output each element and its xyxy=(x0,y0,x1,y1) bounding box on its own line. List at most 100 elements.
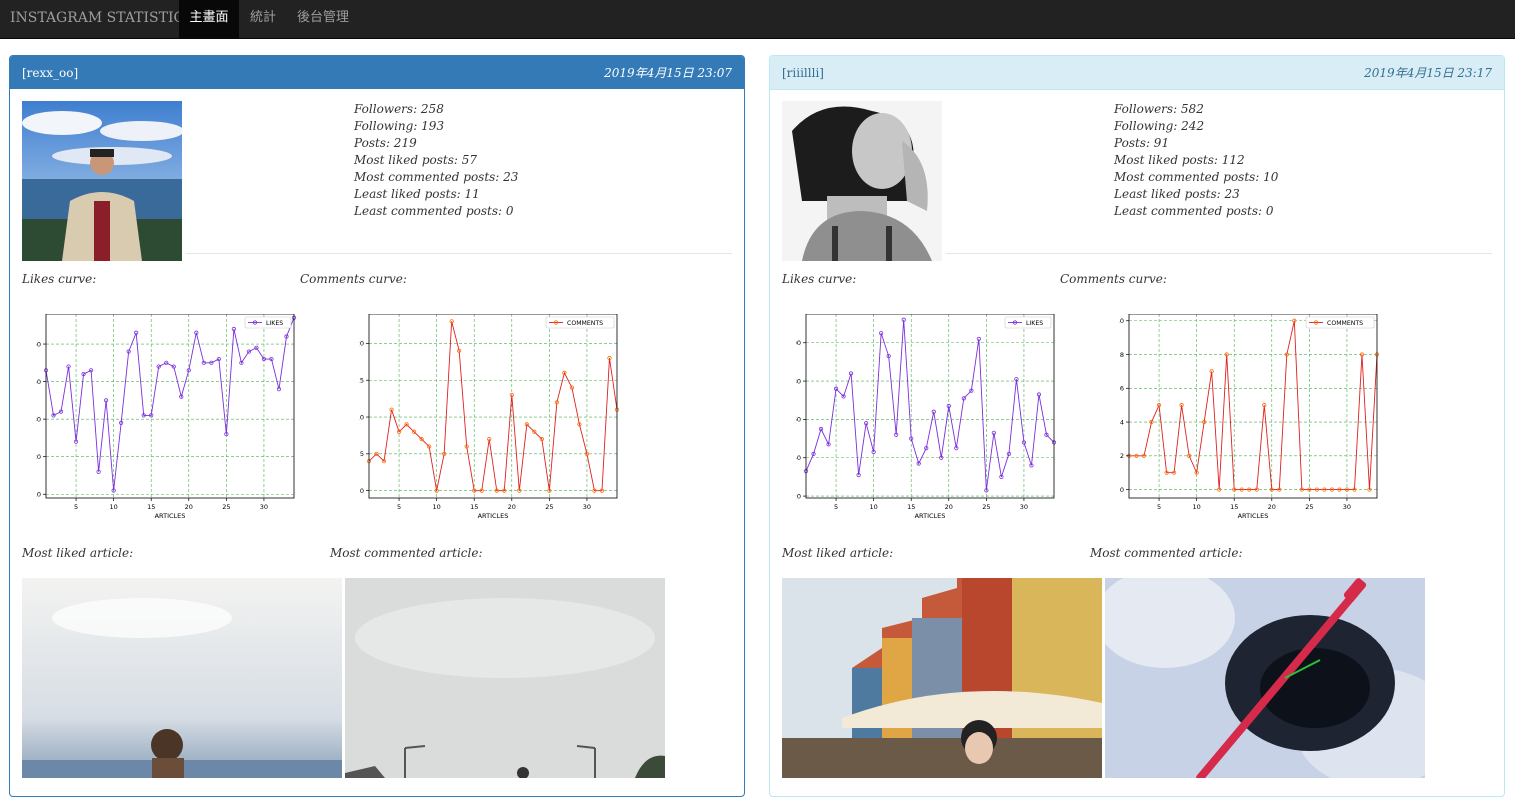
series-line xyxy=(368,321,618,492)
comments-curve-label: Comments curve: xyxy=(300,272,407,286)
y-tick-label: 10 xyxy=(1119,317,1124,325)
x-tick-label: 25 xyxy=(1305,503,1313,511)
most-commented-posts: Most commented posts: 23 xyxy=(354,170,519,184)
avatar xyxy=(782,101,942,261)
y-tick-label: 5 xyxy=(360,450,364,458)
legend: LIKES xyxy=(1004,316,1052,329)
legend: LIKES xyxy=(244,316,292,329)
divider xyxy=(946,253,1492,254)
followers-count: Followers: 582 xyxy=(1114,102,1204,116)
most-commented-article-label: Most commented article: xyxy=(330,546,483,560)
x-tick-label: 25 xyxy=(545,503,553,511)
comments-chart: 510152025300246810ARTICLESCOUNTSCOMMENTS xyxy=(1119,314,1380,520)
x-tick-label: 20 xyxy=(1268,503,1276,511)
y-tick-label: 20 xyxy=(796,492,801,500)
followers-count: Followers: 258 xyxy=(354,102,444,116)
legend-label: COMMENTS xyxy=(567,320,603,327)
least-liked-posts: Least liked posts: 23 xyxy=(1114,187,1240,201)
x-tick-label: 10 xyxy=(432,503,440,511)
panel-datetime: 2019年4月15日 23:17 xyxy=(1364,66,1492,80)
profile-stats: Followers: 582 Following: 242 Posts: 91 … xyxy=(1114,101,1278,220)
x-axis-label: ARTICLES xyxy=(915,512,946,520)
y-tick-label: 4 xyxy=(1120,418,1124,426)
x-axis-label: ARTICLES xyxy=(478,512,509,520)
x-tick-label: 5 xyxy=(397,503,401,511)
most-commented-article-photo[interactable] xyxy=(345,578,665,778)
x-tick-label: 30 xyxy=(1343,503,1351,511)
profile-panel-1: [rexx_oo] 2019年4月15日 23:07 Followers: 25… xyxy=(9,55,745,797)
x-tick-label: 5 xyxy=(74,503,78,511)
grid xyxy=(369,314,617,498)
grid xyxy=(46,314,294,498)
top-navbar: INSTAGRAM STATISTIC 主畫面 統計 後台管理 xyxy=(0,0,1515,39)
series-line xyxy=(805,319,1055,491)
panel-username[interactable]: [rexx_oo] xyxy=(22,57,78,89)
x-tick-label: 25 xyxy=(982,503,990,511)
x-axis-label: ARTICLES xyxy=(1238,512,1269,520)
x-tick-label: 30 xyxy=(583,503,591,511)
most-liked-article-photo[interactable] xyxy=(782,578,1102,778)
nav-tab-home[interactable]: 主畫面 xyxy=(179,0,239,38)
comments-curve-label: Comments curve: xyxy=(1060,272,1167,286)
series-line xyxy=(1129,320,1378,491)
legend: COMMENTS xyxy=(545,316,615,329)
y-tick-label: 30 xyxy=(36,415,41,423)
y-tick-label: 20 xyxy=(359,340,364,348)
x-axis-label: ARTICLES xyxy=(155,512,186,520)
y-tick-label: 100 xyxy=(796,339,801,347)
plot-frame xyxy=(805,314,1055,499)
y-tick-label: 0 xyxy=(360,487,364,495)
y-tick-label: 6 xyxy=(1120,385,1124,393)
x-tick-label: 20 xyxy=(508,503,516,511)
x-tick-label: 30 xyxy=(1020,503,1028,511)
y-tick-label: 40 xyxy=(36,378,41,386)
most-commented-posts: Most commented posts: 10 xyxy=(1114,170,1279,184)
y-tick-label: 40 xyxy=(796,454,801,462)
likes-chart: 510152025301020304050ARTICLESCOUNTSLIKES xyxy=(36,314,297,520)
profile-panel-2: [riiillli] 2019年4月15日 23:17 Followers: 5… xyxy=(769,55,1505,797)
y-tick-label: 60 xyxy=(796,416,801,424)
plot-frame xyxy=(368,314,618,499)
most-liked-article-label: Most liked article: xyxy=(782,546,894,560)
most-liked-article-photo[interactable] xyxy=(22,578,342,778)
y-tick-label: 50 xyxy=(36,340,41,348)
y-tick-label: 2 xyxy=(1120,452,1124,460)
x-tick-label: 15 xyxy=(470,503,478,511)
divider xyxy=(186,253,732,254)
least-liked-posts: Least liked posts: 11 xyxy=(354,187,480,201)
x-tick-label: 10 xyxy=(869,503,877,511)
profile-stats: Followers: 258 Following: 193 Posts: 219… xyxy=(354,101,518,220)
x-tick-label: 15 xyxy=(907,503,915,511)
most-liked-posts: Most liked posts: 112 xyxy=(1114,153,1245,167)
x-tick-label: 25 xyxy=(222,503,230,511)
legend-label: LIKES xyxy=(1026,320,1043,327)
x-tick-label: 10 xyxy=(1192,503,1200,511)
most-commented-article-photo[interactable] xyxy=(1105,578,1425,778)
likes-curve-label: Likes curve: xyxy=(22,272,97,286)
x-tick-label: 20 xyxy=(185,503,193,511)
following-count: Following: 242 xyxy=(1114,119,1205,133)
x-tick-label: 20 xyxy=(945,503,953,511)
posts-count: Posts: 219 xyxy=(354,136,417,150)
nav-tab-admin[interactable]: 後台管理 xyxy=(287,0,359,38)
brand-link[interactable]: INSTAGRAM STATISTIC xyxy=(10,10,184,26)
least-commented-posts: Least commented posts: 0 xyxy=(1114,204,1274,218)
following-count: Following: 193 xyxy=(354,119,445,133)
panel-username[interactable]: [riiillli] xyxy=(782,57,824,89)
legend-label: COMMENTS xyxy=(1327,320,1363,327)
y-tick-label: 8 xyxy=(1120,351,1124,359)
plot-frame xyxy=(45,314,295,499)
y-tick-label: 10 xyxy=(36,491,41,499)
y-tick-label: 15 xyxy=(359,377,364,385)
most-commented-article-label: Most commented article: xyxy=(1090,546,1243,560)
panel-heading: [rexx_oo] 2019年4月15日 23:07 xyxy=(10,56,744,89)
x-tick-label: 10 xyxy=(109,503,117,511)
series-line xyxy=(45,317,295,491)
nav-tab-statistics[interactable]: 統計 xyxy=(239,0,287,38)
legend: COMMENTS xyxy=(1305,316,1375,329)
x-tick-label: 30 xyxy=(260,503,268,511)
comments-chart: 5101520253005101520ARTICLESCOUNTSCOMMENT… xyxy=(359,314,620,520)
panel-heading: [riiillli] 2019年4月15日 23:17 xyxy=(770,56,1504,90)
posts-count: Posts: 91 xyxy=(1114,136,1170,150)
y-tick-label: 0 xyxy=(1120,486,1124,494)
